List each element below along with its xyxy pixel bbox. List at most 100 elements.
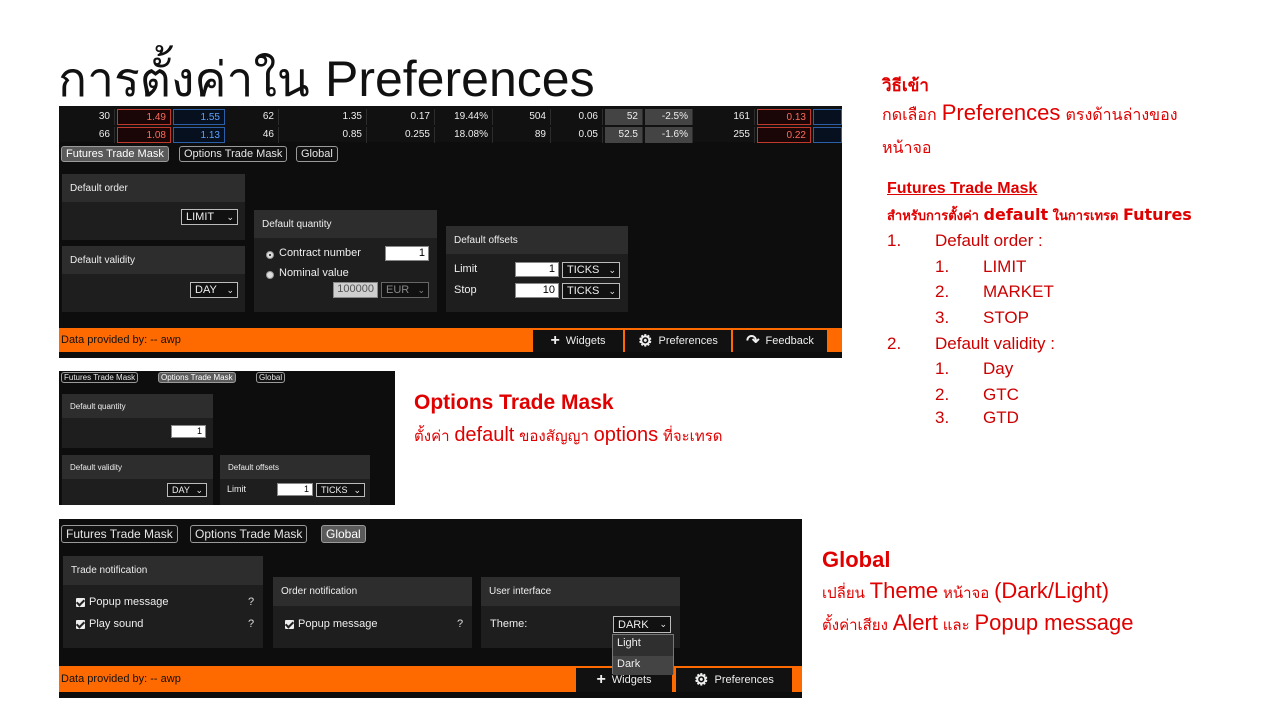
global-screenshot: Futures Trade Mask Options Trade Mask Gl… <box>59 519 802 698</box>
tab-global[interactable]: Global <box>256 372 286 383</box>
options-word: options <box>593 424 659 446</box>
quantity-input[interactable]: 1 <box>171 425 206 438</box>
tab-global[interactable]: Global <box>296 146 338 162</box>
feedback-button[interactable]: ↷ Feedback <box>733 328 827 352</box>
list-num: 1. <box>935 257 950 276</box>
access-heading: วิธีเข้า <box>882 76 929 96</box>
popup-message-checkbox[interactable] <box>76 598 85 607</box>
nominal-amount-input[interactable]: 100000 <box>333 282 378 298</box>
list-item: 1. Default order : <box>887 231 1043 251</box>
options-screenshot: Futures Trade Mask Options Trade Mask Gl… <box>59 371 395 505</box>
chevron-down-icon: ⌄ <box>659 619 667 629</box>
currency-select[interactable]: EUR ⌄ <box>381 282 429 298</box>
trade-notification-label: Trade notification <box>71 565 148 576</box>
default-validity-select[interactable]: DAY ⌄ <box>190 282 238 298</box>
gear-icon: ⚙ <box>694 672 709 689</box>
validity-select[interactable]: DAY ⌄ <box>167 483 207 497</box>
default-order-header: Default order <box>62 174 245 202</box>
list-num: 2. <box>887 334 902 353</box>
feedback-label: Feedback <box>765 335 814 347</box>
limit-label: Limit <box>454 263 478 275</box>
list-item: 2. MARKET <box>935 282 1054 302</box>
play-sound-checkbox[interactable] <box>76 620 85 629</box>
grid-cell: 0.85 <box>281 127 367 143</box>
limit-input[interactable]: 1 <box>277 483 313 496</box>
default-offsets-header: Default offsets <box>220 455 370 479</box>
tab-options-trade-mask[interactable]: Options Trade Mask <box>179 146 288 162</box>
theme-option-light[interactable]: Light <box>613 635 673 656</box>
default-validity-label: Default validity <box>70 254 136 266</box>
grid-cell: 46 <box>227 127 279 143</box>
title-thai: การตั้งค่าใน <box>58 52 310 108</box>
user-interface-label: User interface <box>489 586 552 597</box>
default-order-select[interactable]: LIMIT ⌄ <box>181 209 238 225</box>
options-pre: ตั้งค่า <box>414 427 450 445</box>
futures-screenshot: 30 1.49 1.55 62 1.35 0.17 19.44% 504 0.06 52 -2.5%… <box>59 106 842 358</box>
order-notification-label: Order notification <box>281 586 358 597</box>
order-popup-label: Popup message <box>298 618 378 630</box>
global-l1-post: (Dark/Light) <box>994 578 1110 603</box>
global-l1-theme: Theme <box>869 578 939 603</box>
default-offsets-header: Default offsets <box>446 226 628 254</box>
access-pref: Preferences <box>941 100 1061 125</box>
preferences-button[interactable]: ⚙ Preferences <box>625 328 731 352</box>
nominal-value-radio[interactable] <box>266 271 274 279</box>
stop-unit-value: TICKS <box>567 285 600 297</box>
contract-number-radio[interactable] <box>266 251 274 259</box>
grid-cell: 19.44% <box>437 109 493 125</box>
preferences-button[interactable]: ⚙ Preferences <box>676 666 792 692</box>
preferences-label: Preferences <box>714 674 774 686</box>
futures-sub-pre: สำหรับการตั้งค่า <box>887 209 979 224</box>
grid-cell: 504 <box>495 109 551 125</box>
help-icon[interactable]: ? <box>248 596 254 608</box>
grid-cell: 1.08 <box>117 127 171 143</box>
limit-unit-select[interactable]: TICKS ⌄ <box>316 483 365 497</box>
stop-unit-select[interactable]: TICKS ⌄ <box>562 283 620 299</box>
default-offsets-label: Default offsets <box>228 462 279 472</box>
grid-cell: 18.08% <box>437 127 493 143</box>
trade-notification-section <box>63 585 263 648</box>
help-icon[interactable]: ? <box>248 618 254 630</box>
tab-futures-trade-mask[interactable]: Futures Trade Mask <box>61 146 169 162</box>
data-provided-text: Data provided by: -- awp <box>61 673 181 685</box>
chevron-down-icon: ⌄ <box>226 211 234 222</box>
validity-value: DAY <box>172 485 190 495</box>
theme-select[interactable]: DARK ⌄ <box>613 616 671 633</box>
futures-sub-mid: ในการเทรด <box>1052 209 1119 224</box>
stop-input[interactable]: 10 <box>515 283 559 298</box>
stop-label: Stop <box>454 284 477 296</box>
list-item: 1. LIMIT <box>935 257 1026 277</box>
limit-unit-select[interactable]: TICKS ⌄ <box>562 262 620 278</box>
list-label: MARKET <box>983 282 1054 301</box>
default-quantity-header: Default quantity <box>62 394 213 418</box>
access-line2: หน้าจอ <box>882 138 932 157</box>
tab-futures-trade-mask[interactable]: Futures Trade Mask <box>61 525 178 543</box>
grid-cell: 0.05 <box>553 127 603 143</box>
widgets-button[interactable]: + Widgets <box>533 328 623 352</box>
plus-icon: + <box>550 332 560 349</box>
grid-cell <box>813 127 842 143</box>
global-heading: Global <box>822 547 891 572</box>
data-provided-text: Data provided by: -- awp <box>61 334 181 346</box>
limit-input[interactable]: 1 <box>515 262 559 277</box>
futures-sub-futures: Futures <box>1123 205 1192 224</box>
list-label: Default validity : <box>935 334 1055 353</box>
tab-options-trade-mask[interactable]: Options Trade Mask <box>190 525 308 543</box>
theme-option-dark[interactable]: Dark <box>613 656 673 675</box>
tab-global[interactable]: Global <box>321 525 366 543</box>
widgets-label: Widgets <box>611 674 652 686</box>
global-l1-pre: เปลี่ยน <box>822 584 865 602</box>
contract-number-input[interactable]: 1 <box>385 246 429 261</box>
grid-cell: 66 <box>59 127 115 143</box>
default-quantity-header: Default quantity <box>254 210 437 238</box>
order-popup-checkbox[interactable] <box>285 620 294 629</box>
grid-cell: 161 <box>695 109 755 125</box>
tab-options-trade-mask[interactable]: Options Trade Mask <box>158 372 236 383</box>
help-icon[interactable]: ? <box>457 618 463 630</box>
list-item: 2. Default validity : <box>887 334 1055 354</box>
default-quantity-label: Default quantity <box>262 218 332 230</box>
list-label: GTD <box>983 408 1019 427</box>
tab-futures-trade-mask[interactable]: Futures Trade Mask <box>61 372 139 383</box>
list-label: GTC <box>983 385 1019 404</box>
options-heading: Options Trade Mask <box>414 391 614 414</box>
